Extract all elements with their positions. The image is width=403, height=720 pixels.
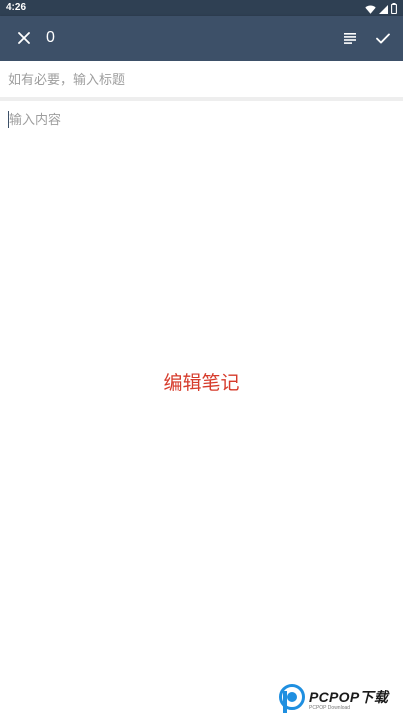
- watermark-brand: PCPOP下载: [309, 689, 389, 705]
- title-field: [0, 61, 403, 101]
- editor-toolbar: 0: [0, 16, 403, 61]
- watermark: PCPOP下载 PCPOP Download: [279, 683, 399, 715]
- check-icon: [376, 29, 390, 48]
- confirm-button[interactable]: [367, 22, 399, 54]
- format-button[interactable]: [334, 22, 366, 54]
- word-count: 0: [46, 29, 55, 46]
- watermark-tagline: PCPOP Download: [309, 705, 351, 711]
- format-list-icon: [344, 29, 356, 48]
- status-time: 4:26: [6, 2, 27, 13]
- title-input[interactable]: [8, 69, 388, 91]
- status-icons: [365, 2, 397, 14]
- close-button[interactable]: [8, 22, 40, 54]
- close-icon: [18, 29, 30, 48]
- signal-icon: [379, 0, 388, 18]
- caption-text: 编辑笔记: [163, 372, 240, 394]
- status-bar: 4:26: [0, 0, 403, 16]
- wifi-icon: [365, 0, 376, 18]
- battery-icon: [391, 0, 397, 18]
- pcpop-logo-icon: [279, 683, 307, 719]
